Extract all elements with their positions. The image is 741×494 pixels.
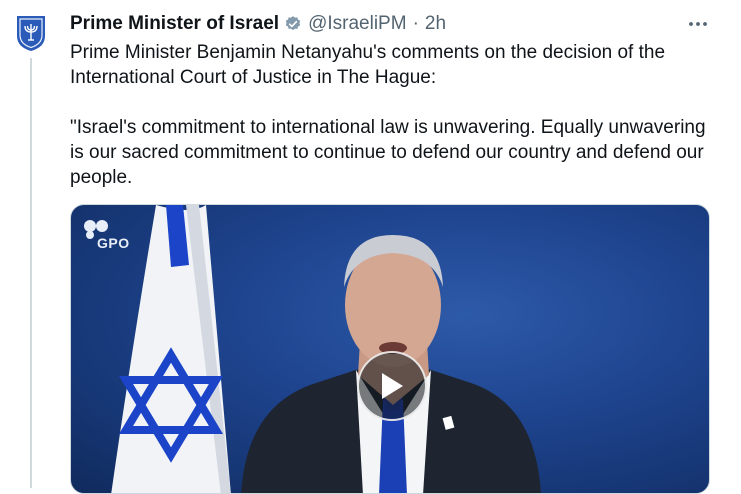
gpo-text: GPO	[97, 235, 130, 251]
timestamp[interactable]: 2h	[425, 13, 446, 35]
avatar[interactable]	[14, 14, 48, 52]
video-thumbnail	[111, 205, 541, 493]
author-name[interactable]: Prime Minister of Israel	[70, 13, 279, 35]
tweet-text: Prime Minister Benjamin Netanyahu's comm…	[70, 40, 720, 190]
video-player[interactable]: GPO	[70, 204, 710, 494]
verified-badge-icon	[284, 15, 302, 33]
more-options-icon	[689, 22, 707, 26]
israel-emblem-icon	[17, 16, 45, 51]
tweet-header: Prime Minister of Israel @IsraeliPM · 2h	[70, 12, 710, 36]
play-button[interactable]	[357, 351, 427, 421]
separator-dot: ·	[412, 13, 419, 34]
author-handle[interactable]: @IsraeliPM	[308, 13, 406, 35]
tweet-paragraph: "Israel's commitment to international la…	[70, 117, 706, 188]
gpo-watermark: GPO	[83, 219, 130, 251]
tweet-paragraph: Prime Minister Benjamin Netanyahu's comm…	[70, 42, 666, 88]
thread-line	[30, 58, 32, 488]
play-icon	[382, 373, 403, 399]
more-options-button[interactable]	[686, 14, 710, 34]
